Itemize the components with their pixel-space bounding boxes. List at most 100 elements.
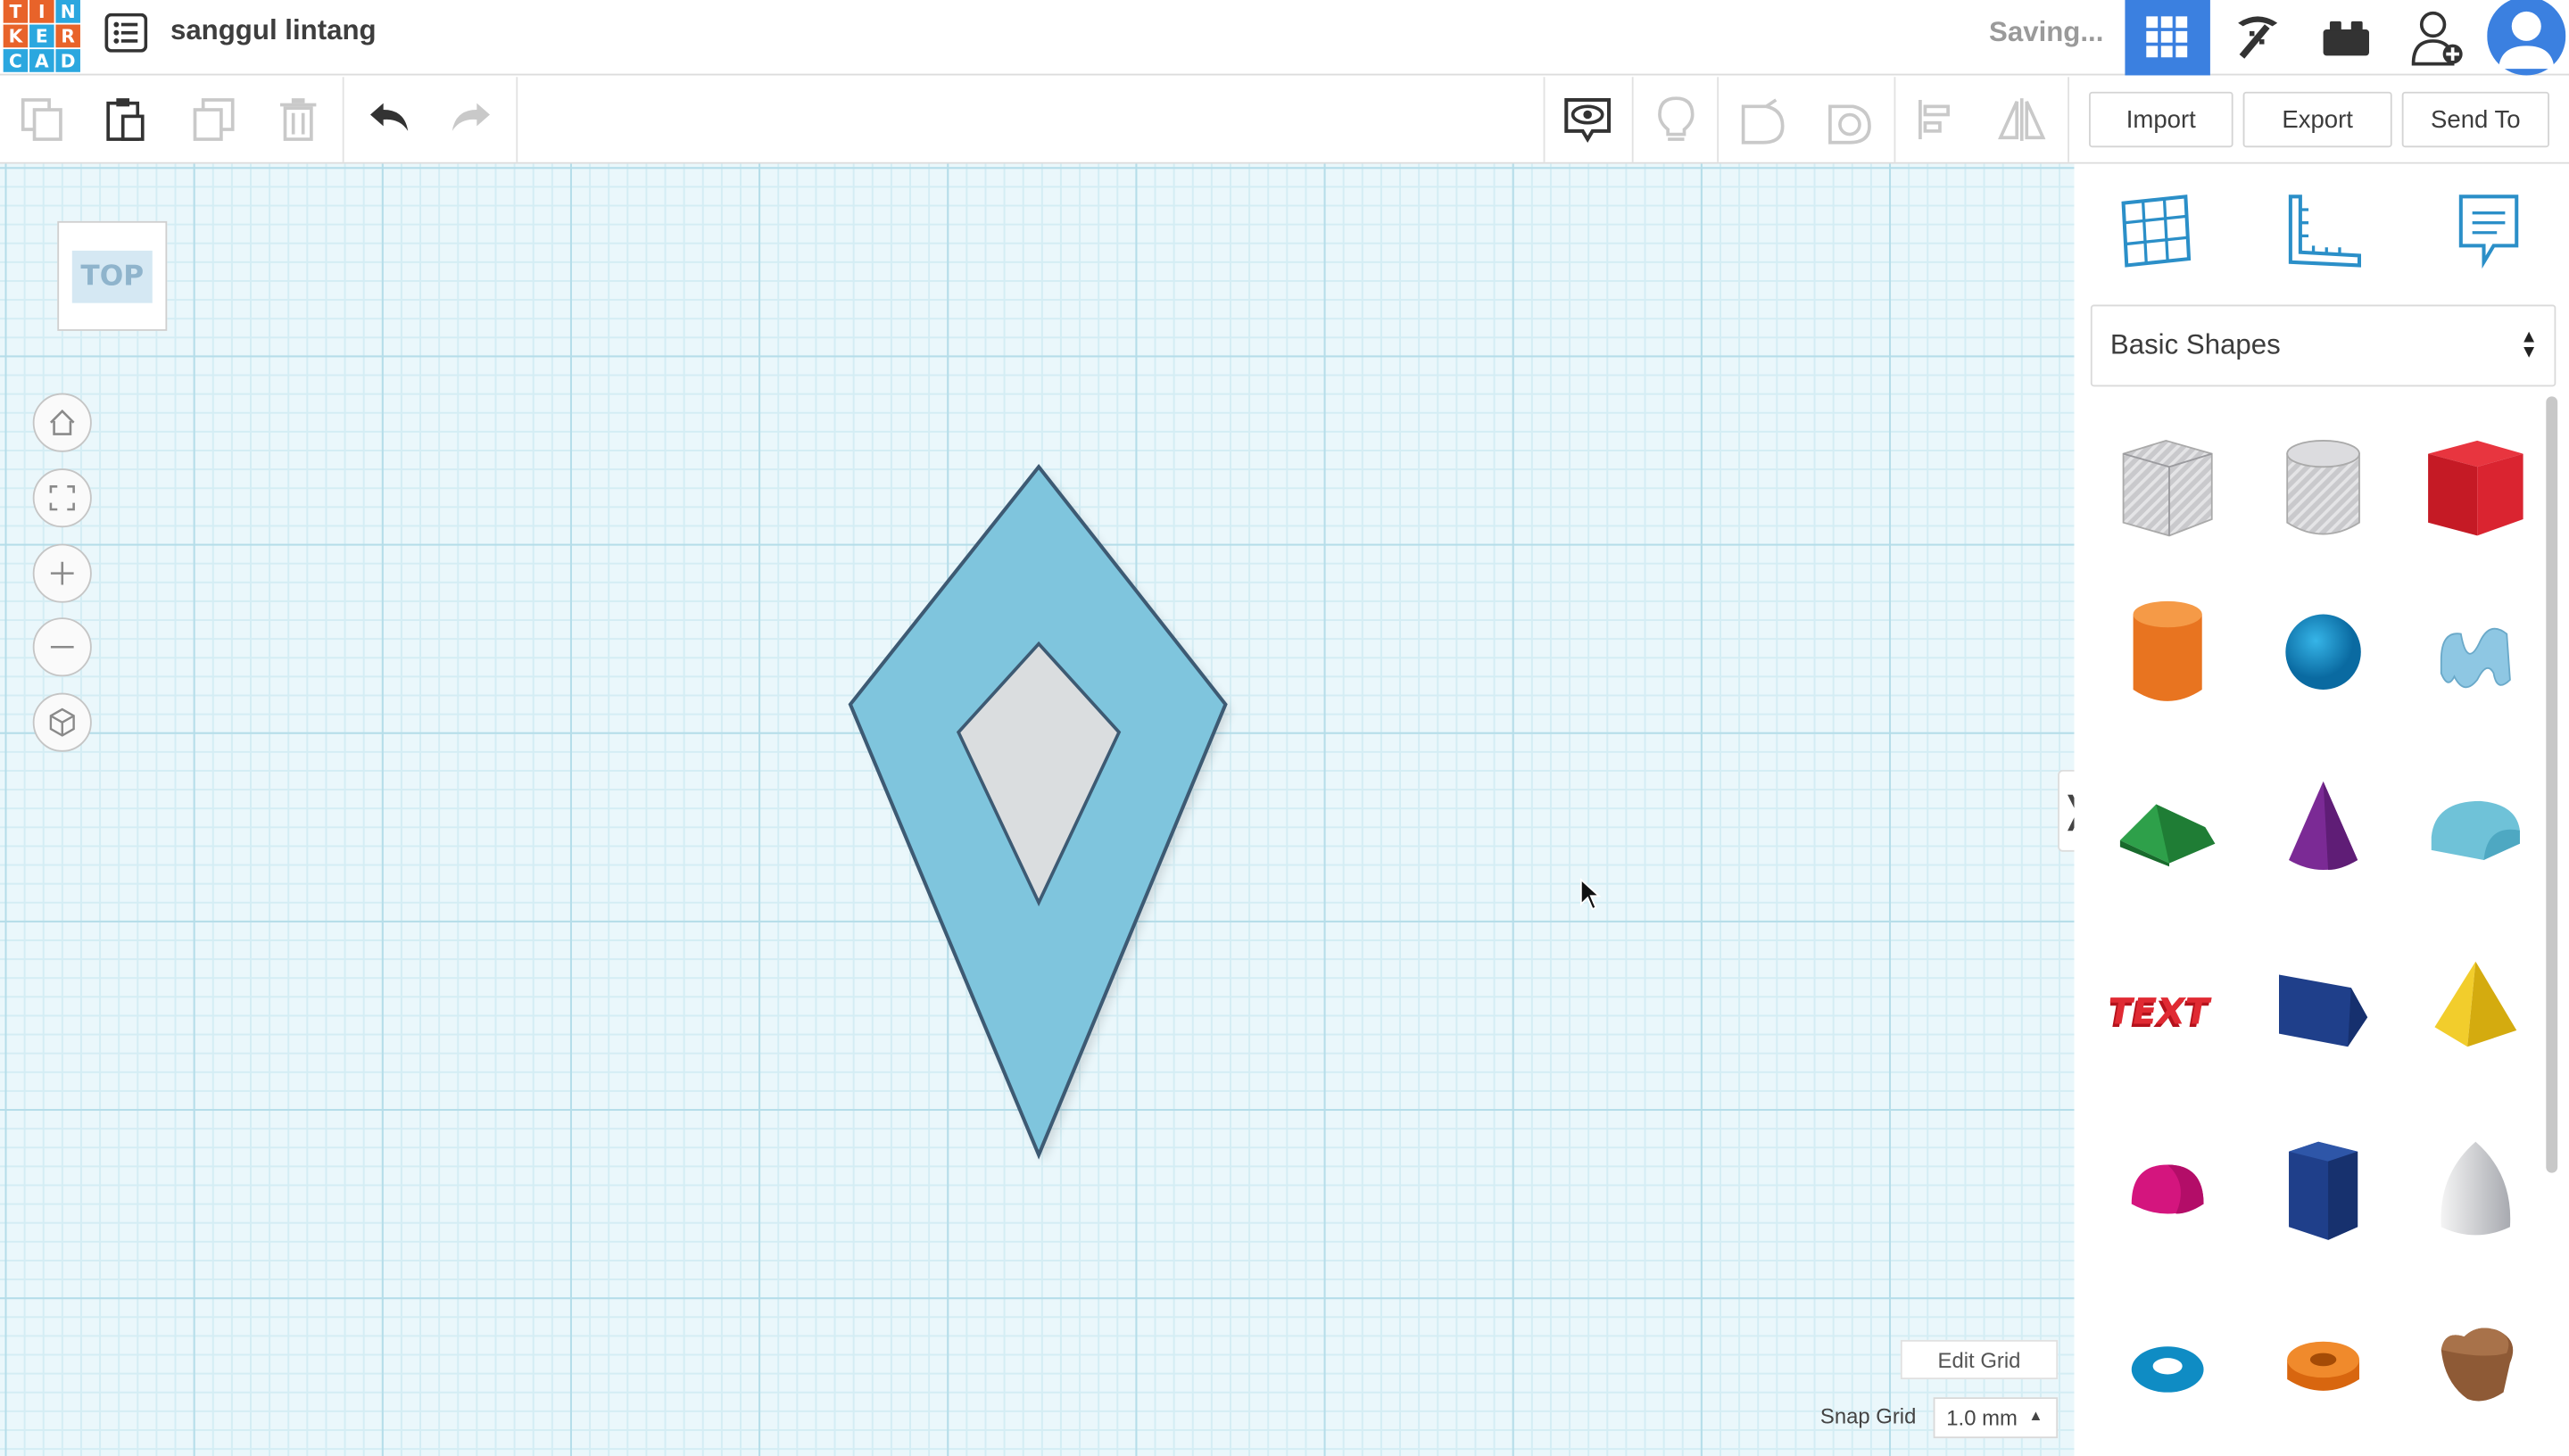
tinkercad-logo[interactable]: TIN KER CAD — [3, 0, 82, 74]
grid-view-button[interactable] — [2125, 0, 2210, 76]
home-view-button[interactable] — [32, 393, 92, 452]
invite-user-button[interactable] — [2395, 0, 2480, 75]
menu-icon[interactable] — [104, 12, 148, 53]
shape-paraboloid[interactable] — [2405, 1119, 2546, 1260]
logo-letter: T — [3, 0, 29, 23]
duplicate-icon — [193, 98, 235, 141]
bricks-view-button[interactable] — [2304, 0, 2389, 75]
svg-text:TEXT: TEXT — [2110, 990, 2214, 1033]
hole-button[interactable] — [1824, 94, 1877, 146]
cylinder-hole-icon — [2286, 439, 2360, 535]
select-arrows-icon: ▲ ▼ — [2520, 327, 2539, 362]
edit-grid-button[interactable]: Edit Grid — [1900, 1339, 2059, 1379]
shape-polygon[interactable] — [2253, 1119, 2394, 1260]
shape-tube[interactable] — [2253, 1295, 2394, 1435]
delete-icon — [279, 98, 317, 141]
mirror-button[interactable] — [1995, 94, 2048, 146]
paraboloid-icon — [2441, 1141, 2511, 1236]
logo-letter: E — [29, 24, 54, 48]
zoom-out-button[interactable] — [32, 617, 92, 677]
view-cube-label: TOP — [72, 250, 153, 302]
toolbar-separator — [1894, 77, 1896, 162]
pickaxe-icon — [2238, 16, 2278, 59]
toolbar-separator — [342, 77, 344, 162]
diamond-shape[interactable] — [827, 451, 1253, 1171]
fit-view-button[interactable] — [32, 468, 92, 528]
panel-collapse-button[interactable]: ❭ — [2058, 769, 2075, 852]
solid-button[interactable] — [1736, 94, 1789, 146]
zoom-out-icon — [50, 645, 74, 649]
shape-round-roof[interactable] — [2405, 758, 2546, 899]
shape-cone[interactable] — [2253, 758, 2394, 899]
perspective-icon — [49, 707, 75, 737]
export-button[interactable]: Export — [2242, 91, 2392, 148]
workplane-button[interactable] — [2114, 190, 2199, 275]
mirror-icon — [1998, 98, 2046, 141]
snap-grid-select[interactable]: 1.0 mm ▲ — [1933, 1397, 2059, 1439]
workplane[interactable]: TOP ❭ Edit Grid Snap Grid — [0, 163, 2075, 1456]
round-roof-icon — [2431, 800, 2520, 860]
notes-button[interactable] — [2448, 190, 2532, 275]
tinkercad-editor: TINKERCAD sanggul lintang Saving... Impo… — [0, 0, 2569, 1456]
undo-button[interactable] — [362, 94, 415, 146]
view-cube[interactable]: TOP — [57, 220, 168, 331]
align-button[interactable] — [1910, 94, 1963, 146]
send-to-button[interactable]: Send To — [2401, 91, 2549, 148]
account-avatar[interactable] — [2484, 0, 2569, 76]
ruler-button[interactable] — [2281, 190, 2366, 275]
snap-grid-value: 1.0 mm — [1946, 1405, 2018, 1430]
toolbar-separator — [1543, 77, 1546, 162]
shape-box-hole[interactable] — [2097, 418, 2238, 558]
shape-scribble[interactable] — [2405, 582, 2546, 723]
shape-sphere[interactable] — [2253, 582, 2394, 723]
cylinder-icon — [2133, 600, 2202, 701]
import-button[interactable]: Import — [2089, 91, 2233, 148]
tube-icon — [2287, 1341, 2359, 1391]
toolbar-separator — [516, 77, 518, 162]
shape-box[interactable] — [2405, 418, 2546, 558]
redo-icon — [452, 103, 490, 131]
zoom-in-button[interactable] — [32, 543, 92, 603]
hole-icon — [1828, 104, 1871, 145]
align-icon — [1918, 100, 1950, 140]
text-icon: TEXTTEXT — [2110, 990, 2214, 1036]
snap-grid-label: Snap Grid — [1819, 1403, 1917, 1429]
notes-visibility-button[interactable] — [1562, 94, 1614, 146]
workplane-icon — [2121, 194, 2192, 268]
roof-icon — [2119, 804, 2216, 867]
light-icon — [1658, 96, 1695, 141]
shape-heart[interactable] — [2405, 1295, 2546, 1435]
light-button[interactable] — [1650, 94, 1703, 146]
copy-button[interactable] — [16, 94, 69, 146]
copy-icon — [21, 98, 62, 141]
paste-button[interactable] — [100, 94, 153, 146]
chevron-up-icon: ▲ — [2028, 1407, 2043, 1424]
perspective-button[interactable] — [32, 692, 92, 752]
shape-library-select[interactable]: Basic Shapes ▲ ▼ — [2090, 304, 2557, 387]
torus-icon — [2131, 1346, 2204, 1393]
notes-icon — [2458, 194, 2519, 269]
shape-pyramid[interactable] — [2405, 939, 2546, 1080]
wedge-icon — [2279, 974, 2368, 1047]
shape-torus[interactable] — [2097, 1295, 2238, 1435]
cone-icon — [2289, 781, 2358, 870]
panel-scrollbar[interactable] — [2546, 396, 2558, 1173]
shape-wedge[interactable] — [2253, 939, 2394, 1080]
shape-half-sphere[interactable] — [2097, 1119, 2238, 1260]
undo-icon — [369, 103, 409, 131]
shape-cylinder-hole[interactable] — [2253, 418, 2394, 558]
delete-button[interactable] — [272, 94, 325, 146]
shape-cylinder[interactable] — [2097, 582, 2238, 723]
design-title[interactable]: sanggul lintang — [170, 15, 377, 48]
sphere-icon — [2285, 614, 2361, 690]
shape-roof[interactable] — [2097, 758, 2238, 899]
blocks-view-button[interactable] — [2215, 0, 2300, 75]
toolbar-separator — [2068, 77, 2069, 162]
shape-text[interactable]: TEXT TEXT — [2097, 939, 2238, 1080]
duplicate-button[interactable] — [188, 94, 241, 146]
redo-button[interactable] — [445, 94, 498, 146]
grid-view-icon — [2146, 16, 2188, 58]
top-bar: TIN KER CAD sanggul lintang Saving... — [0, 0, 2569, 76]
logo-letter: C — [3, 49, 29, 72]
bricks-icon — [2323, 21, 2370, 56]
